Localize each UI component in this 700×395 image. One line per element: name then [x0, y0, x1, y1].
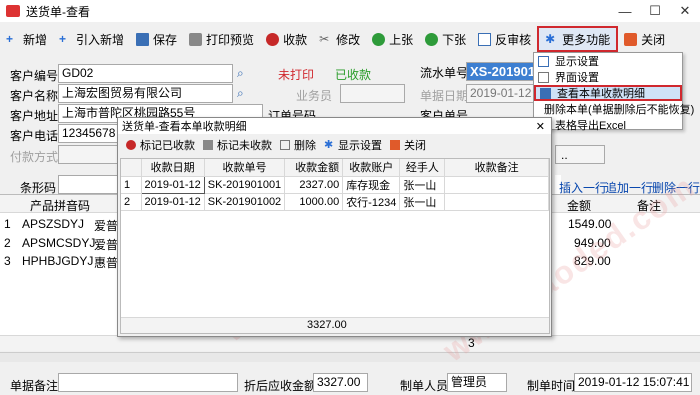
dialog-title-bar: 送货单-查看本单收款明细 ✕ [118, 118, 551, 134]
display-settings-button[interactable]: ✱ 显示设置 [320, 133, 386, 157]
mark-received-button[interactable]: 标记已收款 [122, 133, 199, 157]
window-title: 送货单-查看 [26, 4, 90, 19]
more-functions-button[interactable]: ✱ 更多功能 [537, 26, 619, 52]
arrow-right-icon [425, 32, 439, 46]
menu-item-export-excel[interactable]: 表格导出Excel [534, 117, 682, 133]
time-field[interactable]: 2019-01-12 15:07:41 [574, 373, 692, 392]
col-header: 收款备注 [444, 159, 549, 177]
address-label: 客户地址 [10, 109, 59, 123]
close-icon[interactable]: ✕ [536, 120, 545, 133]
col-header-amount: 金额 [567, 199, 592, 213]
menu-item-view-receipts[interactable]: 查看本单收款明细 [534, 85, 682, 101]
maker-field[interactable]: 管理员 [447, 373, 507, 392]
save-icon [136, 32, 150, 46]
receipt-status: 已收款 [335, 68, 372, 82]
menu-item-display-settings[interactable]: 显示设置 [534, 53, 682, 69]
serial-label: 流水单号 [420, 66, 469, 80]
document-icon [540, 87, 551, 99]
delete-button[interactable]: 删除 [276, 133, 320, 157]
payment-method-field[interactable] [58, 145, 118, 164]
date-label: 单据日期 [420, 89, 469, 103]
money-icon [126, 140, 136, 150]
printer-icon [189, 32, 203, 46]
maker-label: 制单人员 [400, 379, 449, 393]
tools-icon: ✂ [319, 31, 330, 46]
customer-name-field[interactable]: 上海宏图贸易有限公司 [58, 84, 233, 103]
plus-icon: + [6, 31, 14, 46]
remark-label: 单据备注 [10, 379, 59, 393]
col-header: 经手人 [399, 159, 446, 177]
search-icon[interactable]: ⌕ [237, 86, 244, 101]
phone-label: 客户电话 [10, 129, 59, 143]
table-row[interactable]: 1 2019-01-12 SK-201901001 2327.00 库存现金 张… [121, 175, 549, 194]
tools-icon [203, 140, 213, 150]
salesman-field[interactable] [340, 84, 405, 103]
receipts-dialog: 送货单-查看本单收款明细 ✕ 标记已收款 标记未收款 删除 ✱ 显示设置 关闭 收… [117, 117, 552, 337]
menu-item-interface-settings[interactable]: 界面设置 [534, 69, 682, 85]
toolbar: + 新增 + 引入新增 保存 打印预览 收款 ✂ 修改 上张 下张 反审核 ✱ 更多功能… [0, 26, 700, 52]
col-header: 收款账户 [342, 159, 401, 177]
remark-field[interactable] [58, 373, 238, 392]
due-field[interactable]: 3327.00 [313, 373, 368, 392]
due-label: 折后应收金额 [244, 379, 317, 393]
unapprove-button[interactable]: 反审核 [472, 27, 537, 51]
ellipsis: .. [561, 148, 568, 162]
col-header: 收款日期 [141, 159, 205, 177]
delete-icon [280, 140, 290, 150]
barcode-field[interactable] [58, 175, 118, 194]
col-header: 收款单号 [204, 159, 286, 177]
arrow-left-icon [372, 32, 386, 46]
col-header-code: 产品拼音码 [30, 199, 91, 213]
prev-button[interactable]: 上张 [366, 27, 419, 51]
dialog-title: 送货单-查看本单收款明细 [122, 121, 247, 133]
close-icon [624, 32, 638, 46]
col-header: 收款金额 [284, 159, 344, 177]
app-icon [6, 5, 20, 17]
next-button[interactable]: 下张 [419, 27, 472, 51]
grid-icon [538, 55, 549, 67]
search-icon[interactable]: ⌕ [237, 66, 244, 81]
gear-icon [538, 71, 549, 83]
new-button[interactable]: + 新增 [0, 27, 53, 51]
customer-code-field[interactable]: GD02 [58, 64, 233, 83]
close-icon [390, 140, 400, 150]
customer-code-label: 客户编号 [10, 69, 59, 83]
gear-icon: ✱ [545, 31, 556, 46]
table-row[interactable]: 2 2019-01-12 SK-201901002 1000.00 农行-123… [121, 193, 549, 211]
receive-payment-button[interactable]: 收款 [260, 27, 313, 51]
close-button[interactable]: 关闭 [618, 27, 671, 51]
dialog-close-button[interactable]: 关闭 [386, 133, 430, 157]
money-icon [266, 32, 280, 46]
maximize-icon[interactable]: ☐ [640, 0, 670, 22]
date-field[interactable]: 2019-01-12 [466, 84, 534, 103]
horizontal-scrollbar[interactable] [0, 352, 700, 362]
receipts-total: 3327.00 [307, 319, 347, 331]
salesman-label: 业务员 [296, 89, 333, 103]
mark-unreceived-button[interactable]: 标记未收款 [199, 133, 276, 157]
print-preview-button[interactable]: 打印预览 [183, 27, 260, 51]
plus-icon: + [59, 31, 67, 46]
minimize-icon[interactable]: — [610, 0, 640, 22]
title-bar: 送货单-查看 [0, 0, 700, 22]
more-functions-menu: 显示设置 界面设置 查看本单收款明细 删除本单(单据删除后不能恢复) 表格导出E… [533, 52, 694, 133]
document-icon [478, 32, 492, 46]
payment-method-label: 付款方式 [10, 150, 59, 164]
edit-button[interactable]: ✂ 修改 [313, 27, 366, 51]
time-label: 制单时间 [527, 379, 576, 393]
menu-item-delete[interactable]: 删除本单(单据删除后不能恢复) [534, 101, 694, 117]
phone-field[interactable]: 12345678 [58, 124, 118, 143]
save-button[interactable]: 保存 [130, 27, 183, 51]
dialog-toolbar: 标记已收款 标记未收款 删除 ✱ 显示设置 关闭 [118, 134, 551, 156]
import-new-button[interactable]: + 引入新增 [53, 27, 130, 51]
receipts-table: 收款日期 收款单号 收款金额 收款账户 经手人 收款备注 1 2019-01-1… [120, 158, 550, 334]
print-status: 未打印 [278, 68, 315, 82]
serial-number-field[interactable]: XS-201901 [466, 62, 534, 81]
close-icon[interactable]: ✕ [670, 0, 700, 22]
gear-icon: ✱ [324, 139, 334, 151]
customer-name-label: 客户名称 [10, 89, 59, 103]
